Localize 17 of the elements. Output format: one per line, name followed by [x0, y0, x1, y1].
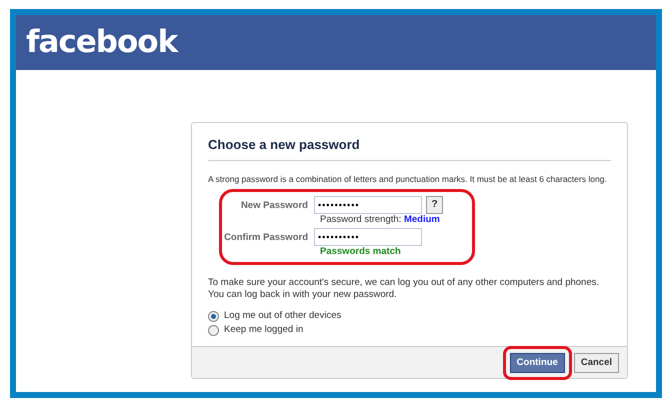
radio-button[interactable] [208, 324, 219, 336]
help-button[interactable]: ? [426, 196, 443, 214]
field-label: New Password [240, 198, 309, 212]
logo: facebook [26, 27, 178, 58]
match-text: Passwords match [320, 246, 402, 258]
radio-label[interactable]: Log me out of other devices [224, 310, 342, 322]
info-text: To make sure your account's secure, we can log you out of any other computers and phones. You can log back in with your new password. [208, 276, 600, 302]
strength-text: Password strength: Medium [320, 214, 441, 226]
dialog-title: Choose a new password [208, 135, 611, 160]
intro-text: A strong password is a combination of letters and punctuation marks. It must be at least 6 characters long. [208, 172, 607, 184]
password-field[interactable]: •••••••••• [314, 196, 422, 214]
radio-button[interactable] [208, 310, 219, 322]
password-field[interactable]: •••••••••• [314, 228, 422, 246]
radio-label[interactable]: Keep me logged in [224, 324, 304, 336]
cancel-button[interactable]: Cancel [574, 352, 619, 373]
continue-button[interactable]: Continue [510, 352, 565, 373]
field-label: Confirm Password [223, 230, 309, 244]
